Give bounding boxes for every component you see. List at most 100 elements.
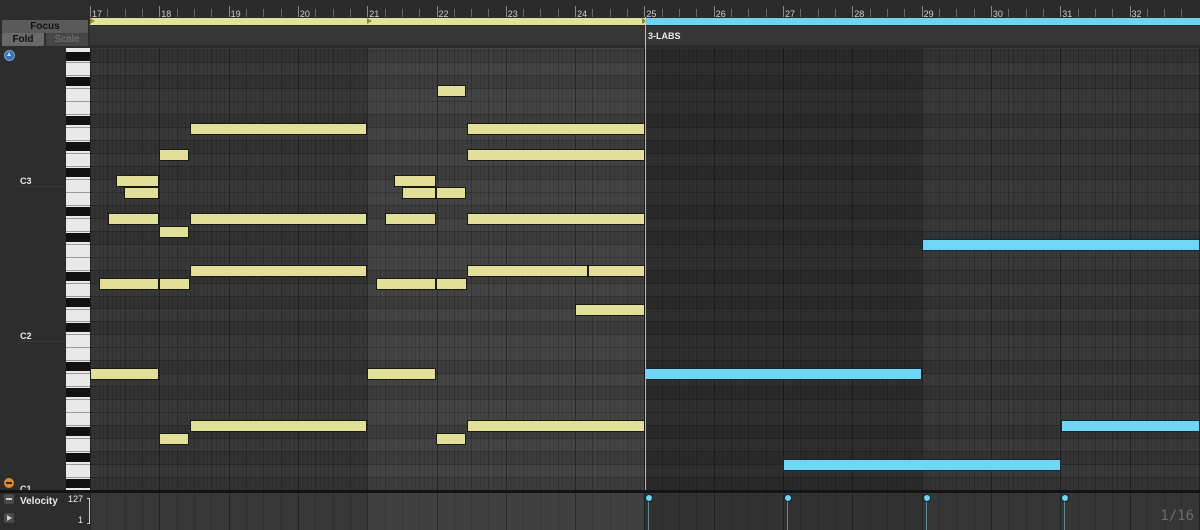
black-key[interactable]: [66, 452, 90, 462]
midi-note[interactable]: [190, 420, 367, 432]
ruler-tick: [783, 6, 784, 17]
midi-note[interactable]: [108, 213, 159, 225]
grid-line: [1012, 48, 1014, 490]
grid-line: [141, 48, 143, 490]
piano-keyboard[interactable]: [66, 48, 90, 504]
grid-line: [163, 48, 165, 490]
loop-brace-extension[interactable]: [645, 18, 1200, 25]
grid-line: [436, 48, 438, 490]
ruler-tick: [904, 9, 906, 17]
black-key[interactable]: [66, 116, 90, 126]
velocity-handle[interactable]: [1061, 494, 1069, 502]
grid-line: [1003, 48, 1005, 490]
velocity-grid-line: [176, 493, 178, 530]
midi-note[interactable]: [116, 175, 159, 187]
key-divider: [66, 438, 90, 439]
velocity-grid-line: [280, 493, 282, 530]
midi-note-outside-loop[interactable]: [922, 239, 1200, 251]
fold-button[interactable]: Fold: [2, 33, 44, 46]
grid-line: [834, 48, 836, 490]
black-key[interactable]: [66, 427, 90, 437]
midi-note[interactable]: [385, 213, 436, 225]
ruler-tick: [228, 6, 230, 17]
key-divider: [66, 386, 90, 388]
black-key[interactable]: [66, 297, 90, 307]
midi-note[interactable]: [588, 265, 645, 277]
grid-line: [977, 48, 979, 490]
midi-note[interactable]: [159, 278, 190, 290]
black-key[interactable]: [66, 77, 90, 87]
grid-line: [1042, 48, 1044, 490]
midi-note[interactable]: [437, 85, 466, 97]
velocity-handle[interactable]: [645, 494, 653, 502]
black-key[interactable]: [66, 388, 90, 398]
grid-line: [449, 48, 451, 490]
midi-note[interactable]: [159, 433, 189, 445]
velocity-icon[interactable]: [4, 494, 14, 504]
midi-note[interactable]: [575, 304, 645, 316]
midi-note[interactable]: [436, 278, 467, 290]
key-divider: [66, 217, 90, 219]
midi-note-outside-loop[interactable]: [783, 459, 1061, 471]
midi-note[interactable]: [367, 368, 436, 380]
midi-note[interactable]: [467, 420, 645, 432]
velocity-handle[interactable]: [784, 494, 792, 502]
black-key[interactable]: [66, 168, 90, 178]
grid-line: [800, 48, 802, 490]
midi-note[interactable]: [436, 187, 466, 199]
grid-line: [661, 48, 663, 490]
midi-note[interactable]: [402, 187, 436, 199]
focus-button[interactable]: Focus: [2, 20, 88, 33]
midi-note[interactable]: [394, 175, 436, 187]
midi-note[interactable]: [190, 213, 367, 225]
ruler-tick: [748, 9, 750, 17]
midi-note[interactable]: [467, 265, 588, 277]
midi-note[interactable]: [376, 278, 436, 290]
black-key[interactable]: [66, 362, 90, 372]
black-key[interactable]: [66, 51, 90, 61]
midi-note-outside-loop[interactable]: [1061, 420, 1200, 432]
preview-icon[interactable]: [4, 50, 15, 61]
velocity-handle[interactable]: [923, 494, 931, 502]
midi-note[interactable]: [90, 368, 159, 380]
black-key[interactable]: [66, 323, 90, 333]
marker-icon[interactable]: [367, 18, 372, 24]
midi-note[interactable]: [467, 149, 645, 161]
grid-line: [943, 48, 945, 490]
midi-note[interactable]: [159, 149, 189, 161]
midi-note[interactable]: [467, 123, 645, 135]
velocity-grid-line: [523, 493, 525, 530]
black-key[interactable]: [66, 206, 90, 216]
start-marker-icon[interactable]: [90, 18, 95, 24]
black-key[interactable]: [66, 232, 90, 242]
ruler-tick: [193, 9, 195, 17]
midi-note[interactable]: [99, 278, 159, 290]
black-key[interactable]: [66, 142, 90, 152]
velocity-grid-line: [748, 493, 750, 530]
black-key[interactable]: [66, 271, 90, 281]
grid-resolution[interactable]: 1/16: [1160, 508, 1194, 524]
scale-button[interactable]: Scale: [46, 33, 88, 46]
ruler-tick: [627, 9, 629, 17]
velocity-grid-line: [1077, 493, 1079, 530]
ruler-tick: [817, 9, 819, 17]
expand-lane-icon[interactable]: [4, 513, 14, 523]
velocity-grid-line: [679, 493, 681, 530]
key-divider: [66, 295, 90, 297]
midi-note-outside-loop[interactable]: [645, 368, 922, 380]
scroll-to-notes-icon[interactable]: [4, 478, 14, 488]
midi-note[interactable]: [436, 433, 466, 445]
midi-note[interactable]: [190, 123, 367, 135]
grid-line: [414, 48, 416, 490]
midi-note[interactable]: [190, 265, 367, 277]
grid-line: [878, 48, 880, 490]
ruler-tick: [1129, 6, 1131, 17]
black-key[interactable]: [66, 478, 90, 488]
velocity-stem: [787, 500, 788, 530]
ruler-tick: [1042, 9, 1044, 17]
midi-note[interactable]: [124, 187, 159, 199]
midi-note[interactable]: [467, 213, 645, 225]
midi-note[interactable]: [159, 226, 189, 238]
velocity-grid-line: [332, 493, 334, 530]
timeline-ruler[interactable]: 17 18 19 20 21 22 23 24 25 26 27 28 29 30 31 32: [90, 0, 1200, 19]
